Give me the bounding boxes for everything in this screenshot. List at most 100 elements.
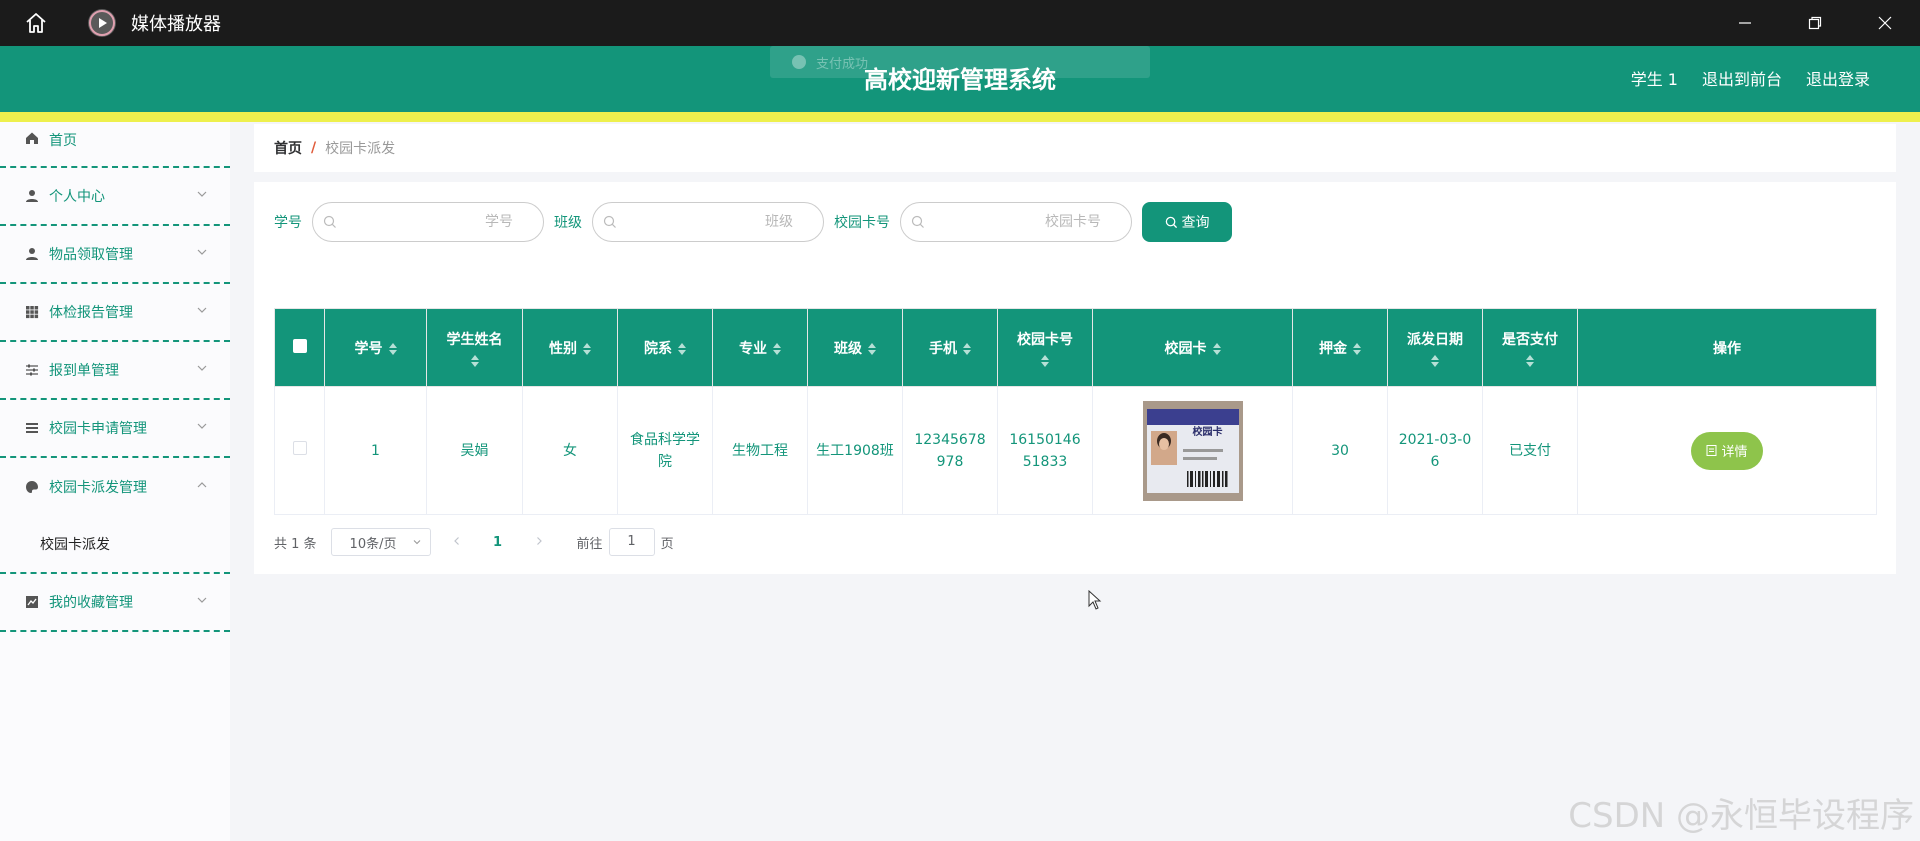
detail-button[interactable]: 详情 xyxy=(1691,431,1763,470)
user-icon xyxy=(24,188,40,204)
select-all-header[interactable] xyxy=(274,308,325,387)
sidebar-item-registration[interactable]: 报到单管理 xyxy=(0,342,230,400)
sidebar-item-label: 报到单管理 xyxy=(49,363,119,379)
submenu-item-card-distribution[interactable]: 校园卡派发 xyxy=(0,516,230,574)
sort-icon[interactable] xyxy=(963,342,971,355)
next-page-button[interactable] xyxy=(527,535,551,550)
mouse-cursor-icon xyxy=(1088,590,1102,610)
page-size-select[interactable]: 10条/页 xyxy=(330,528,431,556)
column-header-name[interactable]: 学生姓名 xyxy=(426,308,523,387)
prev-page-button[interactable] xyxy=(445,535,469,550)
logout-link[interactable]: 退出登录 xyxy=(1806,66,1870,90)
breadcrumb-home[interactable]: 首页 xyxy=(274,138,302,158)
cell-card-image: 校园卡 xyxy=(1092,386,1293,515)
query-button-label: 查询 xyxy=(1181,214,1210,230)
cell-major: 生物工程 xyxy=(712,386,808,515)
class-field[interactable] xyxy=(592,202,824,242)
select-all-checkbox[interactable] xyxy=(292,338,307,353)
search-icon xyxy=(911,215,924,228)
home-icon xyxy=(24,130,40,146)
restore-button[interactable] xyxy=(1780,0,1850,46)
student-id-field[interactable] xyxy=(312,202,544,242)
sort-icon[interactable] xyxy=(470,354,479,367)
sort-icon[interactable] xyxy=(1041,354,1049,367)
current-user-link[interactable]: 学生 1 xyxy=(1631,66,1678,90)
user-icon xyxy=(24,246,40,262)
column-header-paid[interactable]: 是否支付 xyxy=(1482,308,1578,387)
search-icon xyxy=(603,215,616,228)
column-header-dept[interactable]: 院系 xyxy=(617,308,713,387)
column-header-major[interactable]: 专业 xyxy=(712,308,808,387)
column-header-phone[interactable]: 手机 xyxy=(902,308,998,387)
sort-icon[interactable] xyxy=(868,342,876,355)
column-header-deposit[interactable]: 押金 xyxy=(1292,308,1388,387)
main-panel: 学号 班级 校园卡号 查询 学号 学生姓名 性别 院系 专 xyxy=(254,182,1896,574)
sort-icon[interactable] xyxy=(1526,354,1534,367)
sliders-icon xyxy=(24,362,40,378)
column-header-card-no[interactable]: 校园卡号 xyxy=(997,308,1093,387)
back-to-frontend-link[interactable]: 退出到前台 xyxy=(1702,66,1782,90)
sort-icon[interactable] xyxy=(773,342,781,355)
column-header-date[interactable]: 派发日期 xyxy=(1387,308,1483,387)
sidebar-item-label: 物品领取管理 xyxy=(49,247,133,263)
chart-icon xyxy=(24,594,40,610)
sidebar-item-item-collection[interactable]: 物品领取管理 xyxy=(0,226,230,284)
column-header-student-id[interactable]: 学号 xyxy=(324,308,427,387)
student-id-input[interactable] xyxy=(343,203,513,241)
sidebar-item-label: 校园卡申请管理 xyxy=(49,421,147,437)
list-icon xyxy=(24,420,40,436)
pagination: 共 1 条 10条/页 1 前往 1 页 xyxy=(274,526,674,558)
class-input[interactable] xyxy=(623,203,793,241)
sort-icon[interactable] xyxy=(1212,342,1221,355)
sidebar-item-label: 首页 xyxy=(49,133,77,149)
cell-phone: 12345678978 xyxy=(902,386,998,515)
row-checkbox[interactable] xyxy=(292,440,307,455)
card-photo-caption: 校园卡 xyxy=(1192,426,1223,438)
chevron-down-icon xyxy=(197,423,207,429)
row-select-cell[interactable] xyxy=(274,386,325,515)
column-header-gender[interactable]: 性别 xyxy=(522,308,618,387)
table-header-row: 学号 学生姓名 性别 院系 专业 班级 手机 校园卡号 校园卡 押金 派发日期 … xyxy=(274,308,1877,387)
sidebar-item-health-report[interactable]: 体检报告管理 xyxy=(0,284,230,342)
pagination-total: 共 1 条 xyxy=(274,536,317,552)
query-button[interactable]: 查询 xyxy=(1142,202,1232,242)
column-header-class[interactable]: 班级 xyxy=(807,308,903,387)
sidebar-item-personal-center[interactable]: 个人中心 xyxy=(0,168,230,226)
column-header-card-image[interactable]: 校园卡 xyxy=(1092,308,1293,387)
goto-label: 前往 xyxy=(576,536,603,552)
campus-card-photo[interactable]: 校园卡 xyxy=(1142,400,1243,501)
card-number-field[interactable] xyxy=(900,202,1132,242)
class-label: 班级 xyxy=(554,215,582,231)
chevron-down-icon xyxy=(197,365,207,371)
search-icon xyxy=(1165,216,1177,228)
sort-icon[interactable] xyxy=(678,342,686,355)
minimize-button[interactable] xyxy=(1710,0,1780,46)
sort-icon[interactable] xyxy=(583,342,591,355)
sidebar-item-card-application[interactable]: 校园卡申请管理 xyxy=(0,400,230,458)
sidebar-item-label: 体检报告管理 xyxy=(49,305,133,321)
sidebar-item-home[interactable]: 首页 xyxy=(0,122,230,168)
close-icon xyxy=(1878,16,1892,30)
page-jumper: 前往 1 页 xyxy=(577,528,674,556)
sort-icon[interactable] xyxy=(1431,354,1439,367)
sidebar-item-my-favorites[interactable]: 我的收藏管理 xyxy=(0,574,230,632)
close-button[interactable] xyxy=(1850,0,1920,46)
cell-card-no: 1615014651833 xyxy=(997,386,1093,515)
chevron-down-icon xyxy=(413,540,420,545)
page-size-value: 10条/页 xyxy=(349,536,397,552)
page-number-current[interactable]: 1 xyxy=(483,535,513,550)
search-icon xyxy=(323,215,336,228)
home-icon[interactable] xyxy=(22,9,50,37)
sidebar-item-card-distribution[interactable]: 校园卡派发管理 xyxy=(0,458,230,516)
table-row: 1 吴娟 女 食品科学学院 生物工程 生工1908班 12345678978 1… xyxy=(274,386,1877,515)
breadcrumb-current: 校园卡派发 xyxy=(325,141,396,157)
sort-icon[interactable] xyxy=(1353,342,1361,355)
chevron-down-icon xyxy=(197,249,207,255)
minimize-icon xyxy=(1739,22,1751,24)
cell-date: 2021-03-06 xyxy=(1387,386,1483,515)
chevron-down-icon xyxy=(197,307,207,313)
sort-icon[interactable] xyxy=(388,342,397,355)
card-number-input[interactable] xyxy=(931,203,1101,241)
goto-page-input[interactable]: 1 xyxy=(608,528,655,556)
goto-suffix: 页 xyxy=(660,536,674,552)
